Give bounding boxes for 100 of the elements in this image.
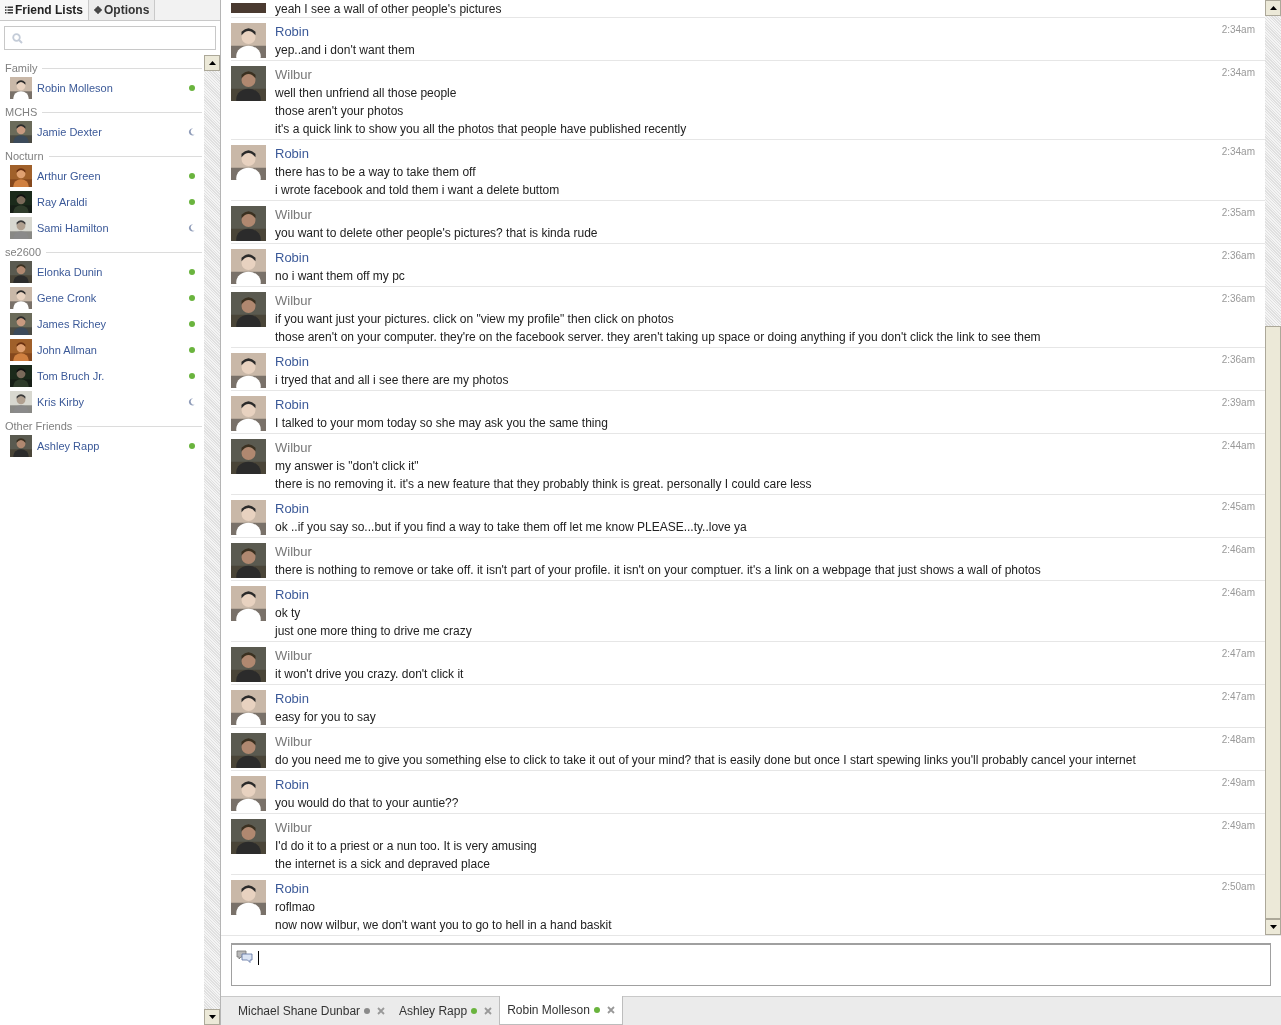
message-time: 2:50am [1220, 880, 1256, 894]
message-time: 2:35am [1220, 206, 1256, 220]
message-text: do you need me to give you something else to click to take it out of your mind? that is easily done but once I start spewing links you'll probably cancel your internet [275, 752, 1137, 769]
message-time: 2:39am [1220, 396, 1256, 410]
sender-name[interactable]: Wilbur [275, 206, 1218, 224]
message-text: i tryed that and all i see there are my photos [275, 372, 510, 389]
up-arrow-icon [208, 61, 216, 65]
sidebar-tab[interactable]: Friend Lists [0, 0, 89, 20]
message-text: just one more thing to drive me crazy [275, 623, 473, 640]
friend-name[interactable]: Jamie Dexter [37, 123, 188, 141]
sender-name[interactable]: Wilbur [275, 292, 1218, 310]
message-text: ok ..if you say so...but if you find a way to take them off let me know PLEASE...ty..love ya [275, 519, 748, 536]
chat-tab[interactable]: Michael Shane Dunbar [231, 997, 393, 1025]
friend-name[interactable]: Arthur Green [37, 167, 189, 185]
message-time: 2:34am [1220, 145, 1256, 159]
sender-name[interactable]: Wilbur [275, 66, 1218, 84]
sender-name[interactable]: Wilbur [275, 543, 1218, 561]
message-text: ok ty [275, 605, 302, 622]
message-time: 2:44am [1220, 439, 1256, 453]
chat-bubbles-icon [236, 950, 254, 964]
friend-name[interactable]: Tom Bruch Jr. [37, 367, 189, 385]
message-time: 2:46am [1220, 543, 1256, 557]
message-input-field[interactable] [231, 943, 1271, 986]
message-time: 2:48am [1220, 733, 1256, 747]
scroll-down-button[interactable] [204, 1009, 220, 1025]
message-time: 2:47am [1220, 647, 1256, 661]
message-time: 2:46am [1220, 586, 1256, 600]
sender-name[interactable]: Robin [275, 776, 1218, 794]
friend-name[interactable]: Kris Kirby [37, 393, 188, 411]
message-text: those aren't your photos [275, 103, 405, 120]
sender-name[interactable]: Robin [275, 396, 1218, 414]
sender-name[interactable]: Robin [275, 23, 1218, 41]
message-time: 2:34am [1220, 66, 1256, 80]
close-icon[interactable] [606, 1006, 615, 1014]
message-time: 2:34am [1220, 23, 1256, 37]
message-text: i wrote facebook and told them i want a delete buttom [275, 182, 561, 199]
message-time: 2:49am [1220, 776, 1256, 790]
friend-name[interactable]: Elonka Dunin [37, 263, 189, 281]
sender-name[interactable]: Robin [275, 500, 1218, 518]
sender-name[interactable]: Robin [275, 880, 1218, 898]
down-arrow-icon [1269, 925, 1277, 929]
search-icon [12, 32, 23, 44]
message-text: you would do that to your auntie?? [275, 795, 460, 812]
scroll-up-button[interactable] [1265, 0, 1281, 16]
message-text: there has to be a way to take them off [275, 164, 477, 181]
message-text: those aren't on your computer. they're on the facebook server. they aren't taking up space or doing anything if you don't click the link to see them [275, 329, 1042, 346]
sender-name[interactable]: Wilbur [275, 647, 1218, 665]
friend-name[interactable]: Sami Hamilton [37, 219, 188, 237]
group-title: Family [5, 60, 39, 76]
message-text: yeah I see a wall of other people's pictures [275, 3, 502, 16]
message-time: 2:36am [1220, 249, 1256, 263]
search-field[interactable] [4, 26, 216, 50]
message-text: the internet is a sick and depraved place [275, 856, 491, 873]
up-arrow-icon [1269, 6, 1277, 10]
moon-icon [188, 224, 195, 232]
message-text: I'd do it to a priest or a nun too. It is very amusing [275, 838, 538, 855]
message-text: you want to delete other people's pictures? that is kinda rude [275, 225, 599, 242]
sender-name[interactable]: Robin [275, 249, 1218, 267]
message-text: roflmao [275, 899, 316, 916]
friend-name[interactable]: James Richey [37, 315, 189, 333]
chat-tab[interactable]: Robin Molleson [499, 996, 623, 1025]
scrollbar[interactable] [204, 55, 220, 1025]
message-text: there is nothing to remove or take off. it isn't part of your profile. it isn't on your comptuer. it's a link on a webpage that just shows a wall of photos [275, 562, 1042, 579]
down-arrow-icon [208, 1015, 216, 1019]
chat-tab[interactable]: Ashley Rapp [392, 997, 500, 1025]
sender-name[interactable]: Robin [275, 586, 1218, 604]
message-text: my answer is "don't click it" [275, 458, 420, 475]
message-text: now now wilbur, we don't want you to go to hell in a hand baskit [275, 917, 613, 934]
message-text: no i want them off my pc [275, 268, 406, 285]
message-text: well then unfriend all those people [275, 85, 458, 102]
message-text: easy for you to say [275, 709, 377, 726]
message-text: there is no removing it. it's a new feature that they probably think is great. personally I could care less [275, 476, 813, 493]
sender-name[interactable]: Robin [275, 353, 1218, 371]
scrollbar[interactable] [1265, 0, 1281, 935]
friend-name[interactable]: Ashley Rapp [37, 437, 189, 455]
sender-name[interactable]: Robin [275, 690, 1218, 708]
scroll-up-button[interactable] [204, 55, 220, 71]
message-text: it's a quick link to show you all the photos that people have published recently [275, 121, 688, 138]
message-time: 2:49am [1220, 819, 1256, 833]
message-text: I talked to your mom today so she may ask you the same thing [275, 415, 609, 432]
sender-name[interactable]: Wilbur [275, 819, 1218, 837]
friend-name[interactable]: Ray Araldi [37, 193, 189, 211]
message-time: 2:47am [1220, 690, 1256, 704]
group-title: Other Friends [5, 418, 74, 434]
close-icon[interactable] [484, 1007, 493, 1015]
sender-name[interactable]: Wilbur [275, 439, 1218, 457]
close-icon[interactable] [377, 1007, 386, 1015]
friend-name[interactable]: Gene Cronk [37, 289, 189, 307]
sender-name[interactable]: Wilbur [275, 733, 1218, 751]
friend-name[interactable]: John Allman [37, 341, 189, 359]
message-text: it won't drive you crazy. don't click it [275, 666, 465, 683]
message-time: 2:45am [1220, 500, 1256, 514]
sidebar-tab[interactable]: Options [89, 0, 156, 20]
sender-name[interactable]: Robin [275, 145, 1218, 163]
group-title: MCHS [5, 104, 39, 120]
group-title: se2600 [5, 244, 43, 260]
friend-name[interactable]: Robin Molleson [37, 79, 189, 97]
message-time: 2:36am [1220, 353, 1256, 367]
scroll-down-button[interactable] [1265, 919, 1281, 935]
scroll-thumb[interactable] [1265, 326, 1281, 919]
